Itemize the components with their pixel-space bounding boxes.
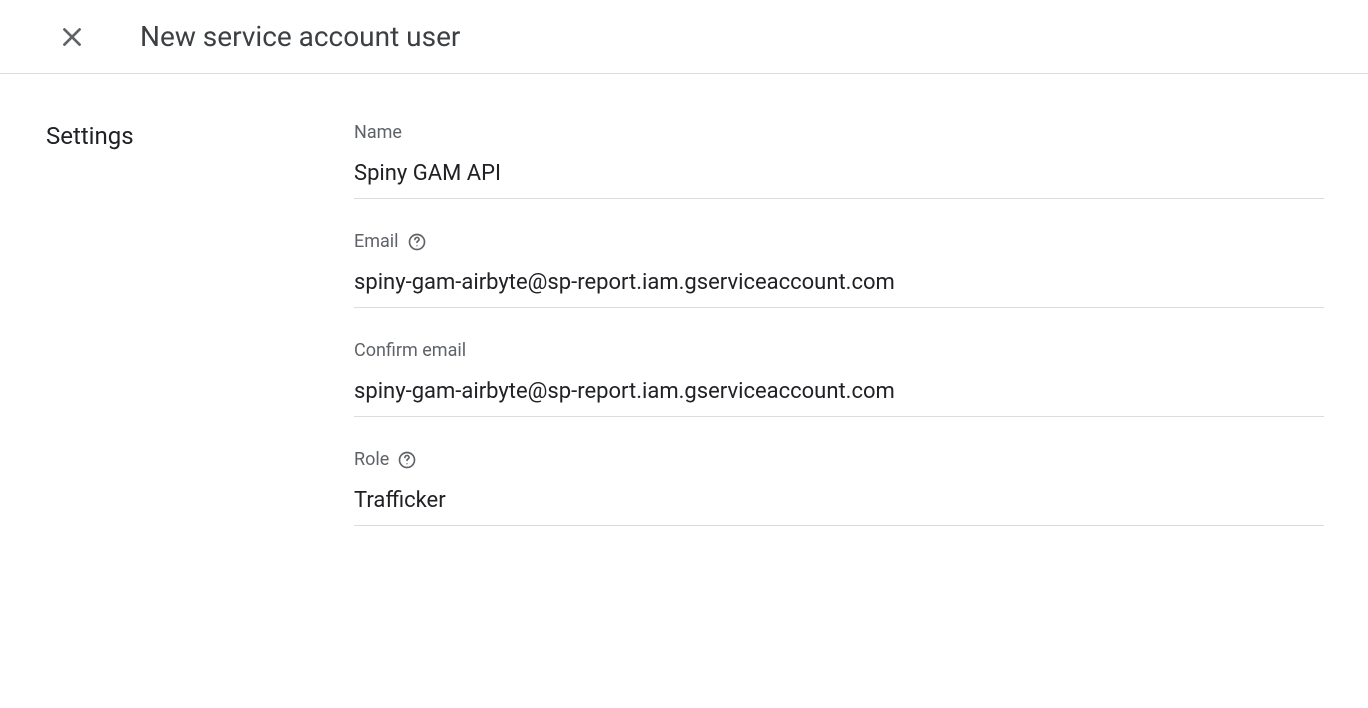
help-icon xyxy=(407,232,427,252)
help-icon xyxy=(397,450,417,470)
name-label-text: Name xyxy=(354,122,402,143)
role-field: Role Trafficker xyxy=(354,449,1324,526)
role-help-icon[interactable] xyxy=(397,450,417,470)
email-field: Email spiny-gam-airbyte@sp-report.iam.gs… xyxy=(354,231,1324,308)
settings-section-label: Settings xyxy=(46,122,354,558)
name-input[interactable]: Spiny GAM API xyxy=(354,161,1324,199)
name-field: Name Spiny GAM API xyxy=(354,122,1324,199)
name-label: Name xyxy=(354,122,1324,143)
role-label: Role xyxy=(354,449,1324,470)
form-section: Name Spiny GAM API Email spiny-gam-airby… xyxy=(354,122,1324,558)
dialog-header: New service account user xyxy=(0,0,1368,74)
confirm-email-field: Confirm email spiny-gam-airbyte@sp-repor… xyxy=(354,340,1324,417)
content-area: Settings Name Spiny GAM API Email xyxy=(0,74,1368,558)
email-label: Email xyxy=(354,231,1324,252)
role-label-text: Role xyxy=(354,449,389,470)
role-select[interactable]: Trafficker xyxy=(354,488,1324,526)
close-button[interactable] xyxy=(56,21,88,53)
confirm-email-label-text: Confirm email xyxy=(354,340,466,361)
close-icon xyxy=(59,24,85,50)
email-input[interactable]: spiny-gam-airbyte@sp-report.iam.gservice… xyxy=(354,270,1324,308)
email-help-icon[interactable] xyxy=(407,232,427,252)
email-label-text: Email xyxy=(354,231,399,252)
confirm-email-input[interactable]: spiny-gam-airbyte@sp-report.iam.gservice… xyxy=(354,379,1324,417)
confirm-email-label: Confirm email xyxy=(354,340,1324,361)
page-title: New service account user xyxy=(140,20,460,53)
